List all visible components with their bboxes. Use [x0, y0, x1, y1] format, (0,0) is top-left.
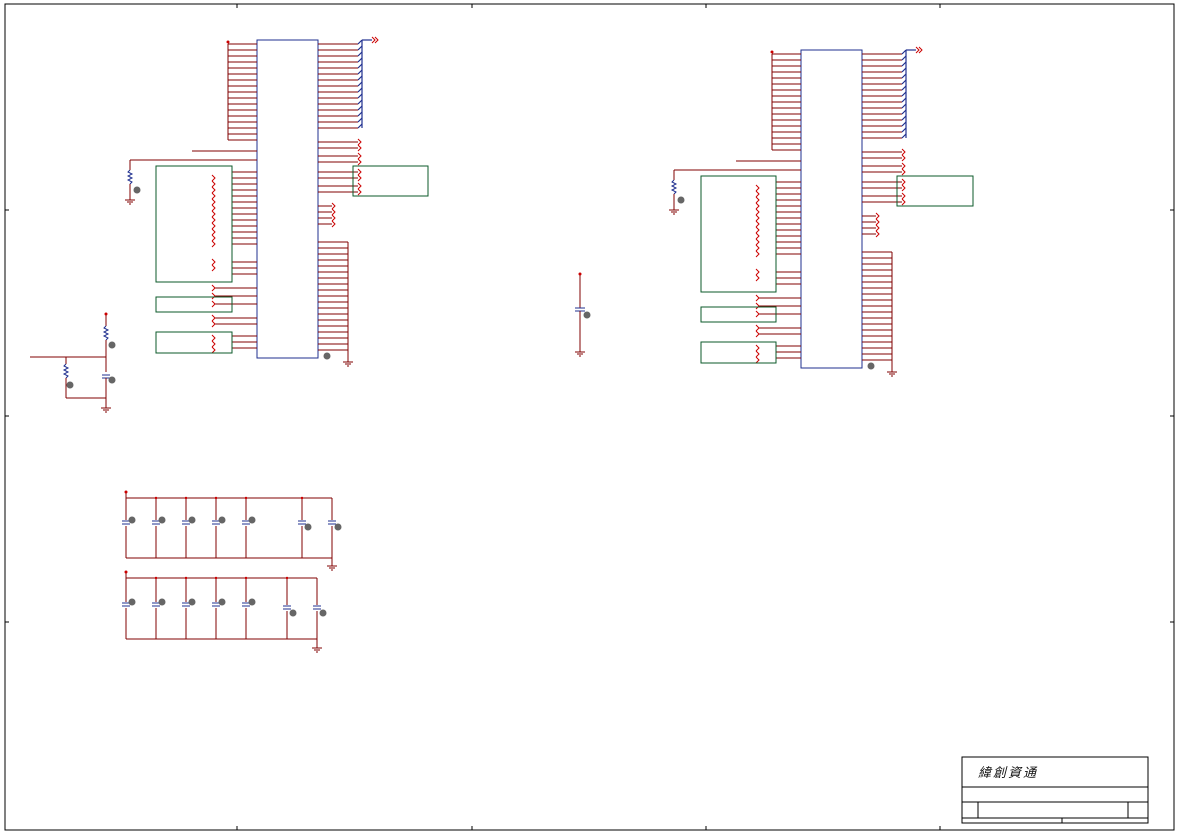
- decoupling-row-2-markers: [128, 598, 327, 617]
- ic-u1-ref-marker: [323, 352, 331, 360]
- left-block-a: [155, 165, 233, 283]
- ic-u1-body: [256, 39, 319, 359]
- ic-u1: [130, 36, 379, 367]
- middle-capacitor-node: [578, 272, 582, 276]
- ic-u2-bus: [901, 49, 916, 139]
- ic-u1-left-pins: [130, 43, 257, 349]
- sheet-frame: [4, 3, 1175, 831]
- ic-u2-body: [800, 49, 863, 369]
- right-block-c: [700, 341, 777, 364]
- ic-u1-bus: [357, 39, 372, 129]
- reset-network-markers: [66, 341, 116, 389]
- ic-u1-left-nodes: [226, 40, 230, 44]
- decoupling-row-1-caps: [122, 520, 336, 525]
- left-block-c: [155, 331, 233, 354]
- right-block-a: [700, 175, 777, 293]
- left-pulldown-marker: [133, 186, 141, 194]
- right-block-d: [896, 175, 974, 207]
- ic-u2: [674, 46, 923, 377]
- left-sub-blocks: [155, 165, 429, 354]
- schematic-sheet: [4, 3, 1175, 831]
- right-pulldown-marker: [677, 196, 685, 204]
- left-pulldown: [125, 160, 135, 205]
- decoupling-row-1: [125, 493, 337, 571]
- reset-network: [30, 314, 111, 413]
- ic-u1-ground: [343, 361, 353, 367]
- middle-capacitor-marker: [583, 311, 591, 319]
- reset-node: [104, 312, 108, 316]
- left-block-d: [352, 165, 429, 197]
- ic-u1-right-pins: [318, 43, 358, 362]
- ic-u2-left-pins: [674, 53, 801, 359]
- right-pulldown: [669, 170, 679, 215]
- decoupling-row-1-markers: [128, 516, 342, 531]
- ic-u2-ref-marker: [867, 362, 875, 370]
- ic-u2-right-pins: [862, 53, 902, 372]
- ic-u2-ground: [887, 371, 897, 377]
- right-sub-blocks: [700, 175, 974, 364]
- title-block-company-name: 緯創資通: [978, 766, 1039, 781]
